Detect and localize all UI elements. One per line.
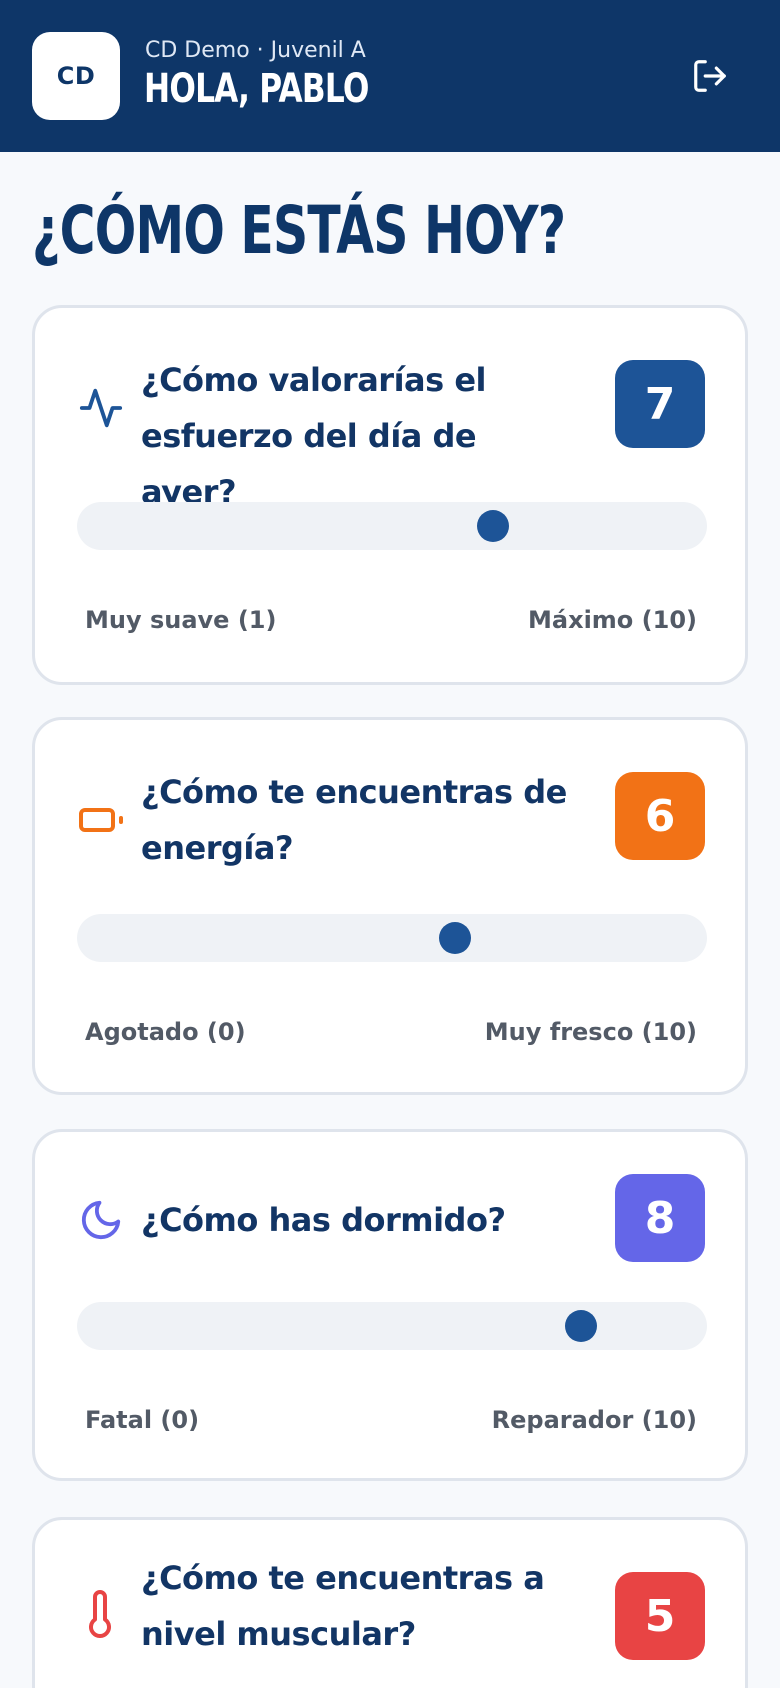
- slider-max-label: Reparador (10): [491, 1406, 697, 1434]
- slider-thumb[interactable]: [565, 1310, 597, 1342]
- moon-icon: [77, 1196, 125, 1244]
- club-logo: CD: [32, 32, 120, 120]
- slider-min-label: Agotado (0): [85, 1018, 246, 1046]
- value-badge: 6: [615, 772, 705, 860]
- slider-thumb[interactable]: [439, 922, 471, 954]
- slider-max-label: Muy fresco (10): [484, 1018, 697, 1046]
- thermometer-icon: [77, 1590, 125, 1638]
- question-card-sleep: ¿Cómo has dormido? 8 Fatal (0) Reparador…: [32, 1129, 748, 1481]
- logout-button[interactable]: [690, 56, 730, 96]
- energy-slider[interactable]: [77, 914, 707, 962]
- question-text: ¿Cómo valorarías el esfuerzo del día de …: [141, 361, 486, 511]
- question-card-energy: ¿Cómo te encuentras de energía? 6 Agotad…: [32, 717, 748, 1095]
- question-text: ¿Cómo has dormido?: [141, 1201, 506, 1239]
- page-title: ¿CÓMO ESTÁS HOY?: [32, 192, 566, 269]
- app-header: CD CD Demo · Juvenil A HOLA, PABLO: [0, 0, 780, 152]
- value-badge: 8: [615, 1174, 705, 1262]
- club-team-label: CD Demo · Juvenil A: [145, 38, 366, 63]
- effort-slider[interactable]: [77, 502, 707, 550]
- slider-max-label: Máximo (10): [528, 606, 697, 634]
- value-badge: 7: [615, 360, 705, 448]
- question-card-muscle: ¿Cómo te encuentras a nivel muscular? 5: [32, 1517, 748, 1688]
- logout-icon: [694, 60, 726, 92]
- question-text: ¿Cómo te encuentras de energía?: [141, 773, 567, 867]
- sleep-slider[interactable]: [77, 1302, 707, 1350]
- activity-icon: [77, 384, 125, 432]
- question-text: ¿Cómo te encuentras a nivel muscular?: [141, 1559, 545, 1653]
- greeting-title: HOLA, PABLO: [144, 66, 369, 112]
- slider-min-label: Muy suave (1): [85, 606, 277, 634]
- slider-min-label: Fatal (0): [85, 1406, 200, 1434]
- battery-icon: [77, 796, 125, 844]
- value-badge: 5: [615, 1572, 705, 1660]
- question-card-effort: ¿Cómo valorarías el esfuerzo del día de …: [32, 305, 748, 685]
- slider-thumb[interactable]: [476, 510, 509, 542]
